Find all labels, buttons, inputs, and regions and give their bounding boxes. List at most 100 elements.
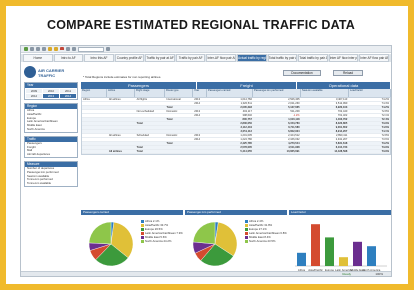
table-cell-route	[165, 122, 193, 125]
pie-chart-pkm	[192, 221, 238, 267]
bar-africa	[297, 252, 306, 266]
year-option[interactable]: 2013	[43, 94, 59, 98]
toolbar-select[interactable]	[78, 46, 104, 52]
save-icon[interactable]	[36, 47, 40, 51]
table-cell-v2: 6,153,783	[288, 122, 300, 125]
col-airline[interactable]: Airline	[107, 89, 135, 97]
col-stage[interactable]: Flight stage	[135, 89, 165, 97]
tab-6[interactable]: Inter-AF flow pair AF	[206, 54, 237, 62]
table-cell-v1: 1,020,511	[240, 102, 252, 105]
tab-3[interactable]: Country profile AF	[114, 54, 145, 62]
table-cell-v4: 72.4%	[381, 118, 390, 121]
traffic-option[interactable]: Aircraft departures	[25, 153, 77, 157]
open-icon[interactable]	[30, 47, 34, 51]
table-cell-airline: All airlines	[108, 134, 121, 137]
legend-swatch	[141, 227, 144, 231]
tab-10[interactable]: Inter AF flow inter pair AF	[328, 54, 359, 62]
col-year[interactable]: Year	[193, 89, 207, 97]
table-cell-v4: 73.9%	[381, 122, 390, 125]
table-cell-region	[82, 118, 108, 121]
zoom-level[interactable]: 100%	[375, 272, 383, 276]
undo-icon[interactable]	[48, 47, 52, 51]
table-cell-stage	[136, 142, 166, 145]
table-cell-v3: 6,104,733	[335, 146, 348, 149]
col-v2[interactable]: Passenger-km performed	[253, 89, 301, 97]
year-option[interactable]: 2014	[60, 94, 76, 98]
year-option[interactable]: 2012	[26, 94, 42, 98]
table-cell-stage	[136, 106, 166, 109]
table-cell-route	[165, 114, 193, 117]
tab-1[interactable]: Intro to AF	[53, 54, 84, 62]
table-cell-v2: 5,137,665	[288, 106, 300, 109]
table-cell-v4: 72.8%	[381, 110, 390, 113]
measure-list: Number of departures Passenger-km perform…	[25, 167, 77, 186]
new-icon[interactable]	[24, 47, 28, 51]
bar-europe	[325, 237, 334, 266]
col-v3[interactable]: Seat-km available	[301, 89, 349, 97]
legend-label: North America 24.2%	[145, 239, 172, 243]
col-route[interactable]: Route type	[165, 89, 193, 97]
legend-swatch	[141, 239, 144, 243]
year-option[interactable]: 2011	[60, 89, 76, 93]
tab-9[interactable]: Total traffic by pair AF	[298, 54, 328, 62]
legend-swatch	[245, 219, 248, 223]
table-cell-v1: 2,035,293	[240, 106, 252, 109]
col-region[interactable]: Region	[81, 89, 107, 97]
table-cell-v2: 6,602,904	[288, 130, 300, 133]
table-cell-region	[82, 142, 108, 145]
pie-chart-passengers	[88, 221, 134, 267]
tab-8[interactable]: Total traffic by pair AF	[267, 54, 298, 62]
reload-button[interactable]: Reload	[333, 70, 363, 76]
region-option[interactable]: North America	[25, 128, 77, 132]
legend-swatch	[245, 227, 248, 231]
bookmark-icon[interactable]	[60, 47, 64, 51]
legend-item: North America 24.2%	[141, 239, 183, 243]
year-option[interactable]: 2010	[43, 89, 59, 93]
table-cell-v2: 6,711,580	[288, 126, 300, 129]
year-option[interactable]: 2009	[26, 89, 42, 93]
table-cell-v2: 511,209	[290, 110, 300, 113]
tab-2[interactable]: Intro this AF	[84, 54, 114, 62]
table-cell-v4: 73.6%	[381, 138, 390, 141]
legend-swatch	[141, 219, 144, 223]
tab-5[interactable]: Traffic by pair AF	[175, 54, 206, 62]
table-cell-route	[165, 130, 193, 133]
table-cell-v1: 2,578,005	[240, 146, 252, 149]
table-cell-v3: 3,407,113	[335, 98, 348, 101]
print-icon[interactable]	[42, 47, 46, 51]
year-panel: Year 2009 2010 2011 2012 2013 2014	[24, 82, 78, 100]
legend-swatch	[245, 223, 248, 227]
table-cell-stage	[136, 118, 166, 121]
table-cell-region: Africa	[83, 98, 90, 101]
table-cell-route	[165, 150, 193, 153]
status-text: Ready	[342, 272, 351, 276]
table-cell-year	[193, 130, 207, 133]
table-cell-v1: 3,112,404	[240, 126, 252, 129]
table-cell-v3: 8,323,865	[335, 122, 348, 125]
table-cell-stage: Total	[136, 150, 143, 153]
table-cell-v4: 73.9%	[381, 146, 390, 149]
clear-icon[interactable]	[72, 47, 76, 51]
col-v1[interactable]: Passengers carried	[207, 89, 253, 97]
table-cell-v2: 2,104,512	[288, 134, 300, 137]
help-icon[interactable]	[106, 47, 110, 51]
tab-0[interactable]: Home	[23, 54, 53, 62]
table-cell-year	[193, 150, 207, 153]
table-cell-region	[82, 134, 108, 137]
table-cell-v1: 2,836,050	[240, 122, 252, 125]
table-cell-v3: 702,440	[337, 110, 348, 113]
charts-area: Passengers carried Passenger-km performe…	[81, 210, 391, 276]
tab-4[interactable]: Traffic by pair at AF	[145, 54, 175, 62]
table-cell-airline	[108, 122, 136, 125]
tab-7[interactable]: Actual traffic by region	[237, 54, 267, 62]
measure-option[interactable]: Tonne-km available	[25, 182, 77, 186]
measure-panel: Measure Number of departures Passenger-km…	[24, 160, 78, 187]
table-cell-v4: 72.1%	[381, 114, 390, 117]
col-v4[interactable]: Load factor	[349, 89, 391, 97]
tab-11[interactable]: Inter AF flow pair AF	[359, 54, 389, 62]
redo-icon[interactable]	[54, 47, 58, 51]
documentation-button[interactable]: Documentation	[283, 70, 321, 76]
legend-label: North America 23.5%	[249, 239, 276, 243]
search-icon[interactable]	[66, 47, 70, 51]
pie2-legend: Africa 2.4% Asia/Pacific 31.8% Europe 27.1…	[245, 219, 287, 243]
